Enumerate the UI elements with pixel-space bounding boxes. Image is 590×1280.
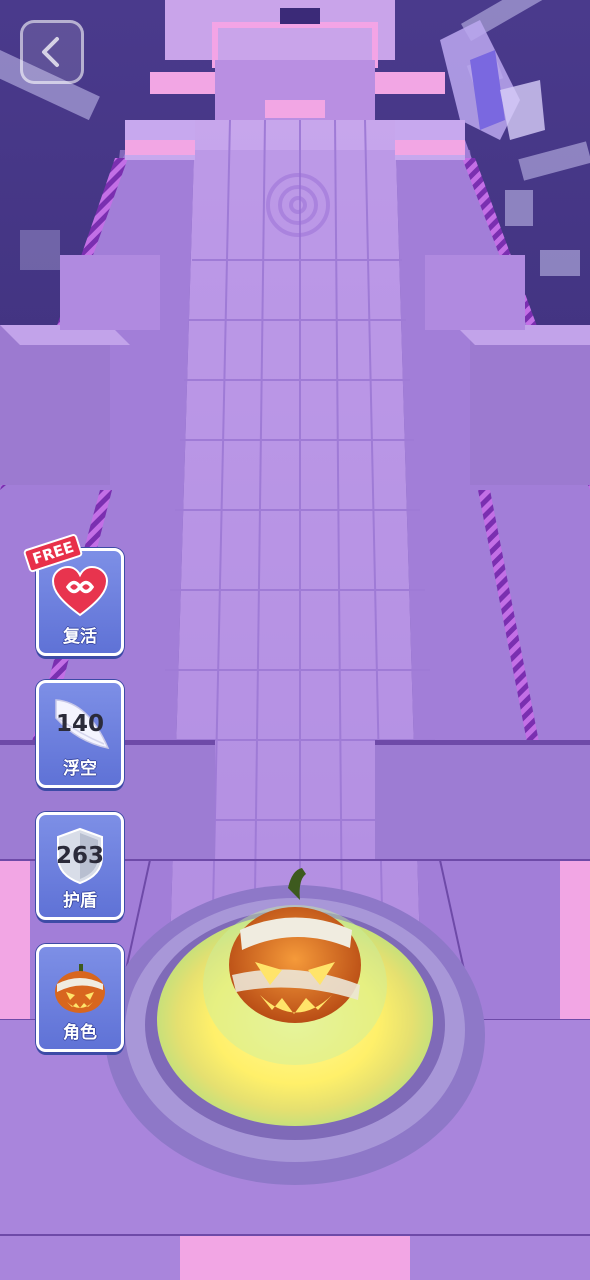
back-button[interactable] [20, 20, 84, 84]
character-icon-area [45, 953, 115, 1023]
float-count: 140 [55, 711, 104, 737]
revive-label: 复活 [63, 627, 97, 647]
shield-button[interactable]: 263 护盾 [36, 812, 124, 920]
revive-button[interactable]: FREE 复活 [22, 532, 124, 656]
chevron-left-icon [42, 37, 59, 67]
game-screen: FREE 复活 140 浮空 263 护盾 角色 [0, 0, 590, 1280]
shield-icon-area: 263 [45, 821, 115, 891]
infinity-heart-icon [51, 565, 109, 617]
revive-icon-area [45, 557, 115, 627]
float-button[interactable]: 140 浮空 [36, 680, 124, 788]
character-label: 角色 [63, 1023, 97, 1043]
character-button[interactable]: 角色 [36, 944, 124, 1052]
float-icon-area: 140 [45, 689, 115, 759]
float-label: 浮空 [63, 759, 97, 779]
shield-label: 护盾 [63, 891, 97, 911]
shield-count: 263 [55, 843, 104, 869]
pumpkin-icon [55, 964, 105, 1013]
